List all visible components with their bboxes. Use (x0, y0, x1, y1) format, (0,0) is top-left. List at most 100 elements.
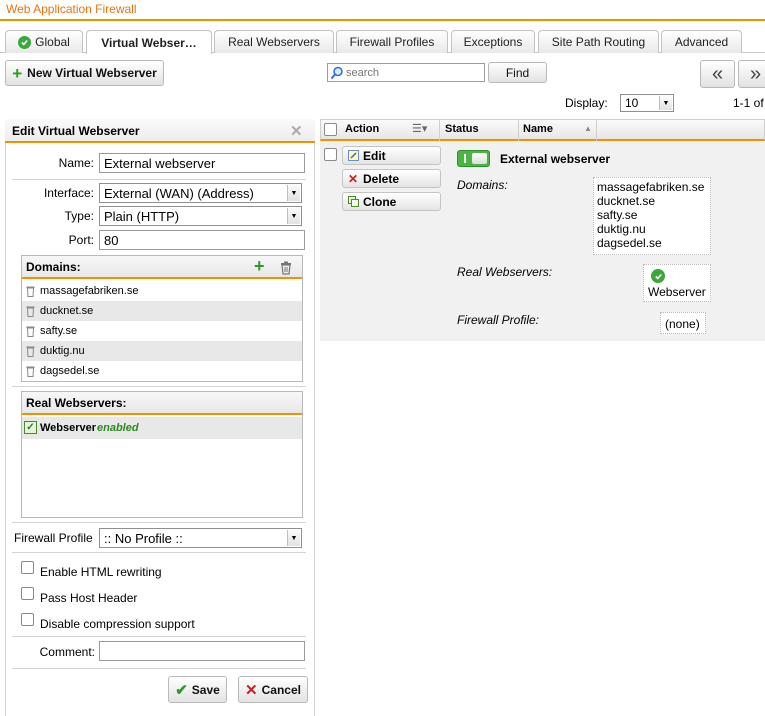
tab-exceptions[interactable]: Exceptions (451, 30, 535, 53)
tab-virtual-webservers[interactable]: Virtual Webser… (86, 30, 212, 54)
domain-row[interactable]: massagefabriken.se (22, 281, 302, 301)
firewall-profile-select[interactable]: :: No Profile :: ▼ (99, 528, 302, 548)
trash-icon[interactable] (26, 325, 35, 337)
delete-label: Delete (363, 171, 400, 186)
trash-icon[interactable] (26, 345, 35, 357)
display-label: Display: (565, 96, 608, 110)
column-name[interactable]: Name (523, 123, 553, 135)
tab-label: Advanced (674, 35, 729, 49)
column-status[interactable]: Status (445, 123, 479, 135)
search-icon (330, 66, 343, 79)
page-range: 1-1 of (733, 96, 764, 110)
delete-button[interactable]: ✕ Delete (342, 169, 441, 188)
trash-icon[interactable] (26, 305, 35, 317)
comment-field[interactable] (99, 641, 305, 661)
domain-name: safty.se (40, 325, 78, 337)
firewall-profile-value: :: No Profile :: (104, 530, 183, 546)
domains-title: Domains: (26, 260, 81, 274)
new-virtual-webserver-label: New Virtual Webserver (27, 66, 157, 80)
edit-label: Edit (363, 148, 386, 163)
row-domain: safty.se (597, 208, 638, 222)
save-label: Save (191, 682, 220, 697)
chevron-left-icon[interactable]: « (700, 60, 735, 88)
real-webservers-header: Real Webservers: (22, 392, 302, 415)
divider (12, 522, 306, 523)
save-button[interactable]: ✔ Save (168, 676, 227, 703)
domains-panel: Domains: + massagefabriken.se ducknet.se… (21, 255, 303, 382)
divider (12, 668, 306, 669)
row-firewall-profile-value: (none) (660, 312, 706, 334)
domain-row[interactable]: safty.se (22, 321, 302, 341)
search-input[interactable] (344, 66, 474, 79)
domain-row[interactable]: dagsedel.se (22, 361, 302, 381)
edit-button[interactable]: Edit (342, 146, 441, 165)
column-menu-icon[interactable]: ☰▾ (412, 122, 427, 135)
row-domains-list: massagefabriken.se ducknet.se safty.se d… (593, 177, 711, 255)
clone-label: Clone (363, 194, 397, 209)
dropdown-arrow-icon: ▼ (287, 530, 300, 546)
dropdown-arrow-icon: ▼ (287, 185, 300, 201)
row-checkbox[interactable] (324, 148, 337, 161)
interface-value: External (WAN) (Address) (104, 185, 254, 201)
real-webservers-title: Real Webservers: (26, 396, 127, 410)
delete-icon: ✕ (347, 171, 359, 186)
row-domain: dagsedel.se (597, 236, 662, 250)
display-count-value: 10 (625, 96, 639, 110)
name-label: Name: (58, 156, 94, 170)
tab-real-webservers[interactable]: Real Webservers (214, 30, 334, 53)
trash-icon[interactable] (26, 365, 35, 377)
enable-html-rewriting-checkbox[interactable] (21, 561, 34, 574)
disable-compression-checkbox[interactable] (21, 613, 34, 626)
name-field[interactable]: External webserver (99, 153, 305, 173)
type-select[interactable]: Plain (HTTP) ▼ (99, 206, 302, 226)
tab-label: Global (35, 35, 70, 49)
tab-firewall-profiles[interactable]: Firewall Profiles (336, 30, 448, 53)
tab-global[interactable]: Global (5, 30, 83, 53)
column-action[interactable]: Action (345, 123, 379, 135)
domain-row[interactable]: duktig.nu (22, 341, 302, 361)
virtual-webserver-name[interactable]: External webserver (500, 152, 610, 166)
row-real-webservers-label: Real Webservers: (457, 265, 553, 279)
interface-select[interactable]: External (WAN) (Address) ▼ (99, 183, 302, 203)
new-virtual-webserver-button[interactable]: + New Virtual Webserver (5, 60, 164, 86)
trash-icon[interactable] (280, 261, 292, 275)
tab-site-path-routing[interactable]: Site Path Routing (538, 30, 659, 53)
trash-icon[interactable] (26, 285, 35, 297)
status-toggle[interactable] (457, 150, 490, 167)
domain-name: duktig.nu (40, 345, 85, 357)
chevron-right-icon[interactable]: » (738, 60, 765, 88)
real-webserver-row[interactable]: ✓ Webserver enabled (22, 417, 302, 439)
add-domain-icon[interactable]: + (254, 256, 265, 277)
domain-name: ducknet.se (40, 305, 94, 317)
cancel-button[interactable]: ✕ Cancel (238, 676, 308, 703)
type-value: Plain (HTTP) (104, 208, 180, 224)
select-all-checkbox[interactable] (324, 123, 337, 136)
row-real-webserver-name[interactable]: Webserver (648, 285, 706, 299)
tab-bar: Global Virtual Webser… Real Webservers F… (0, 26, 765, 54)
clone-icon (347, 196, 359, 208)
domain-name: dagsedel.se (40, 365, 100, 377)
edit-panel-title: Edit Virtual Webserver (12, 124, 140, 138)
divider (12, 552, 306, 553)
dropdown-arrow-icon: ▼ (287, 208, 300, 224)
type-label: Type: (64, 209, 94, 223)
clone-button[interactable]: Clone (342, 192, 441, 211)
app-title: Web Application Firewall (6, 2, 137, 16)
domain-row[interactable]: ducknet.se (22, 301, 302, 321)
display-count-select[interactable]: 10 ▼ (620, 94, 674, 112)
tab-advanced[interactable]: Advanced (661, 30, 742, 53)
close-icon[interactable]: ✕ (290, 122, 303, 140)
search-box (327, 63, 485, 82)
sort-ascending-icon: ▲ (584, 124, 592, 133)
title-divider (0, 19, 765, 21)
check-icon[interactable]: ✓ (24, 421, 37, 434)
pass-host-header-checkbox[interactable] (21, 587, 34, 600)
column-divider (518, 119, 519, 141)
find-button[interactable]: Find (488, 62, 547, 83)
pass-host-header-label: Pass Host Header (40, 591, 138, 605)
divider (12, 179, 306, 180)
tab-label: Site Path Routing (551, 35, 646, 49)
row-domain: massagefabriken.se (597, 180, 705, 194)
toggle-on-indicator (464, 154, 466, 163)
port-field[interactable]: 80 (99, 230, 305, 250)
